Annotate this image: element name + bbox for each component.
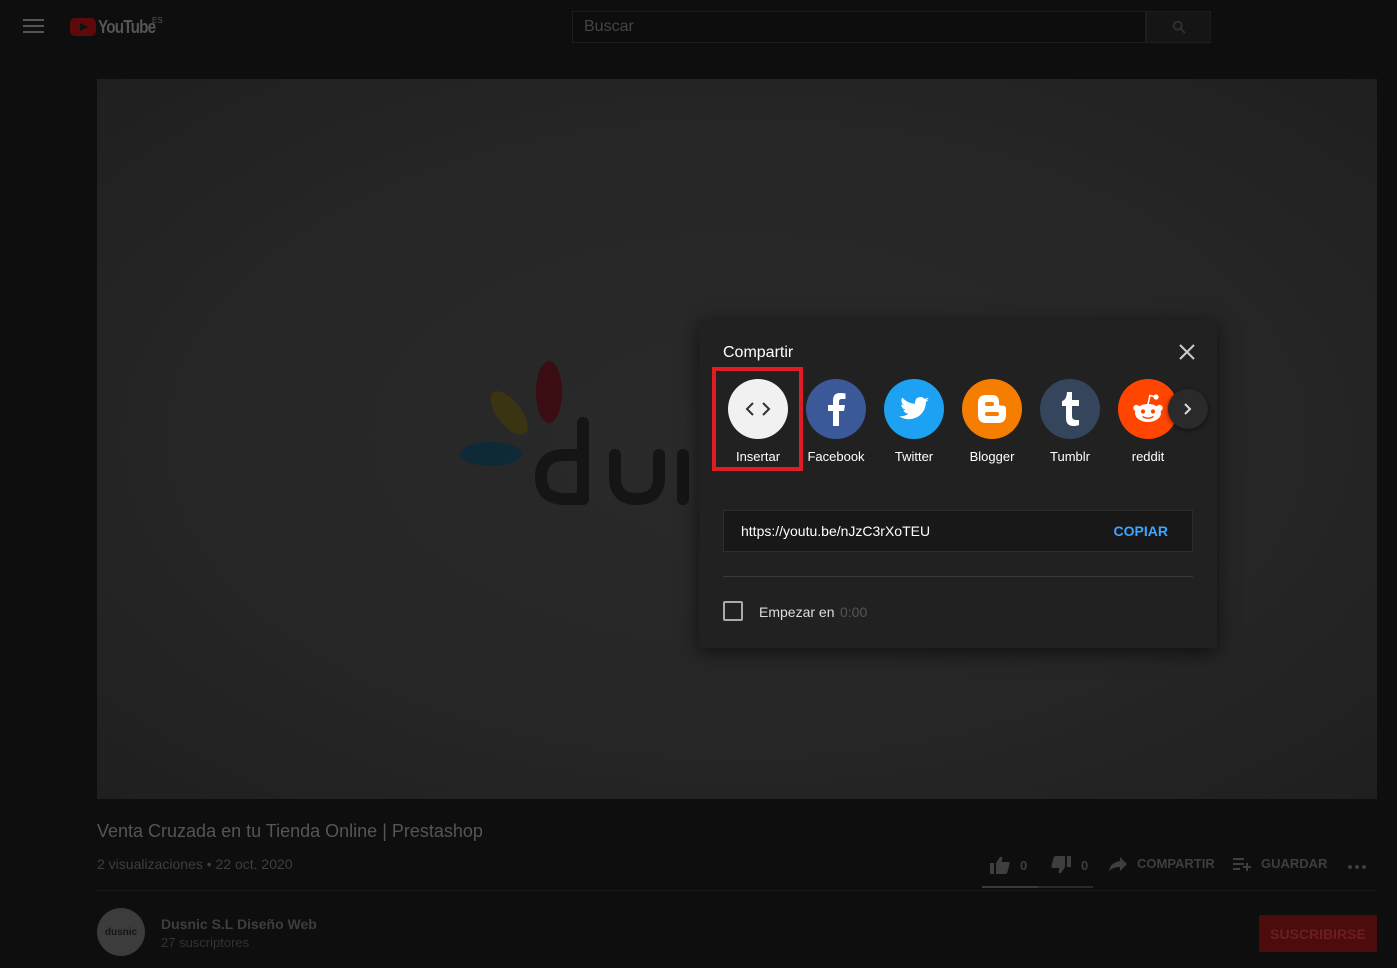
chevron-right-icon [1184, 403, 1192, 415]
close-button[interactable] [1177, 342, 1197, 362]
menu-icon[interactable] [23, 19, 44, 35]
playlist-add-icon [1233, 857, 1251, 871]
save-button-label: GUARDAR [1261, 856, 1328, 871]
separator [97, 890, 1377, 891]
share-label: reddit [1131, 449, 1165, 464]
dislike-button[interactable]: 0 [1051, 856, 1088, 874]
share-reddit-button[interactable]: reddit [1116, 379, 1180, 467]
blogger-icon [962, 379, 1022, 439]
more-actions-button[interactable] [1347, 856, 1377, 874]
thumbs-up-icon [990, 856, 1010, 874]
twitter-icon [884, 379, 944, 439]
like-button[interactable]: 0 [990, 856, 1027, 874]
dialog-title: Compartir [723, 344, 794, 361]
share-embed-button[interactable]: Insertar [726, 379, 790, 467]
start-at-checkbox[interactable] [723, 601, 743, 621]
logo-text: YouTube [98, 16, 156, 37]
share-blogger-button[interactable]: Blogger [960, 379, 1024, 467]
share-url[interactable]: https://youtu.be/nJzC3rXoTEU [741, 523, 930, 539]
channel-name[interactable]: Dusnic S.L Diseño Web [161, 916, 317, 932]
video-meta: 2 visualizaciones • 22 oct. 2020 [97, 856, 293, 872]
search-box [572, 11, 1146, 43]
share-label: Insertar [735, 449, 781, 464]
share-facebook-button[interactable]: Facebook [804, 379, 868, 467]
search-button[interactable] [1146, 11, 1211, 43]
embed-icon [728, 379, 788, 439]
share-button[interactable]: COMPARTIR [1109, 856, 1215, 871]
masthead: YouTube ES [0, 0, 1397, 56]
dusnic-brand-logo [460, 361, 689, 506]
share-twitter-button[interactable]: Twitter [882, 379, 946, 467]
thumbs-down-icon [1051, 856, 1071, 874]
copy-button[interactable]: COPIAR [1114, 523, 1168, 539]
like-count: 0 [1020, 857, 1028, 873]
search-icon [1172, 20, 1186, 34]
avatar-text: dusnic [104, 926, 138, 938]
share-button-label: COMPARTIR [1137, 856, 1215, 871]
share-tumblr-button[interactable]: Tumblr [1038, 379, 1102, 467]
share-url-field[interactable]: https://youtu.be/nJzC3rXoTEU COPIAR [723, 510, 1193, 552]
youtube-play-icon [70, 18, 96, 36]
close-icon [1179, 344, 1195, 360]
start-at-label: Empezar en [759, 604, 835, 620]
region-code: ES [152, 16, 163, 25]
share-label: Twitter [894, 449, 934, 464]
facebook-icon [806, 379, 866, 439]
start-time-value[interactable]: 0:00 [840, 604, 867, 620]
video-title: Venta Cruzada en tu Tienda Online | Pres… [97, 821, 483, 841]
share-label: Facebook [807, 449, 865, 464]
like-ratio-fill [982, 886, 1038, 888]
subscribe-button[interactable]: SUSCRIBIRSE [1259, 915, 1377, 952]
share-arrow-icon [1109, 856, 1127, 871]
more-horiz-icon [1348, 865, 1366, 869]
dislike-count: 0 [1081, 857, 1089, 873]
search-input[interactable] [573, 12, 1145, 42]
share-label: Blogger [969, 449, 1015, 464]
channel-avatar[interactable]: dusnic [97, 908, 145, 956]
next-targets-button[interactable] [1168, 389, 1208, 429]
divider [723, 576, 1193, 577]
share-dialog: Compartir Insertar Facebook Twitter Blog… [699, 320, 1217, 648]
share-label: Tumblr [1050, 449, 1090, 464]
tumblr-icon [1040, 379, 1100, 439]
save-button[interactable]: GUARDAR [1233, 856, 1327, 871]
subscriber-count: 27 suscriptores [161, 935, 250, 950]
